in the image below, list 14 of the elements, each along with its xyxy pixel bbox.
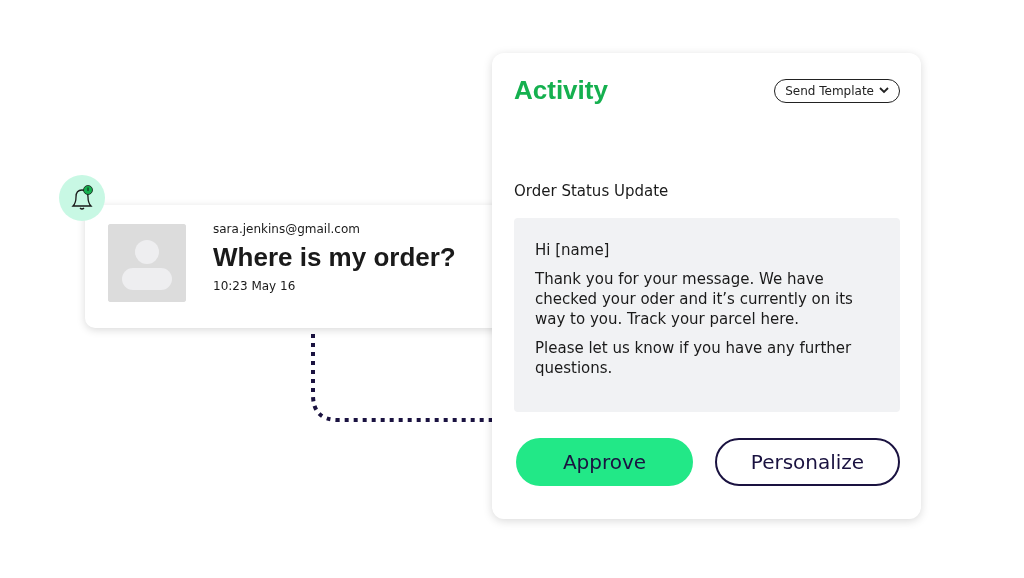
message-paragraph: Thank you for your message. We have checked your oder and it’s currently on its way to you. Track your parcel here.: [535, 269, 854, 329]
chevron-down-icon: [879, 87, 889, 94]
bell-icon: [59, 175, 105, 221]
panel-title: Activity: [514, 75, 608, 106]
message-paragraph: Please let us know if you have any further questions.: [535, 338, 853, 378]
template-name: Order Status Update: [514, 182, 670, 200]
approve-button[interactable]: Approve: [516, 438, 693, 486]
personalize-button[interactable]: Personalize: [715, 438, 900, 486]
message-time: 10:23 May 16: [213, 279, 297, 293]
send-template-dropdown[interactable]: Send Template: [774, 78, 900, 103]
avatar-icon: [108, 224, 186, 302]
message-paragraph: Hi [name]: [535, 240, 611, 260]
message-subject: Where is my order?: [213, 242, 456, 273]
sender-email: sara.jenkins@gmail.com: [213, 222, 361, 236]
